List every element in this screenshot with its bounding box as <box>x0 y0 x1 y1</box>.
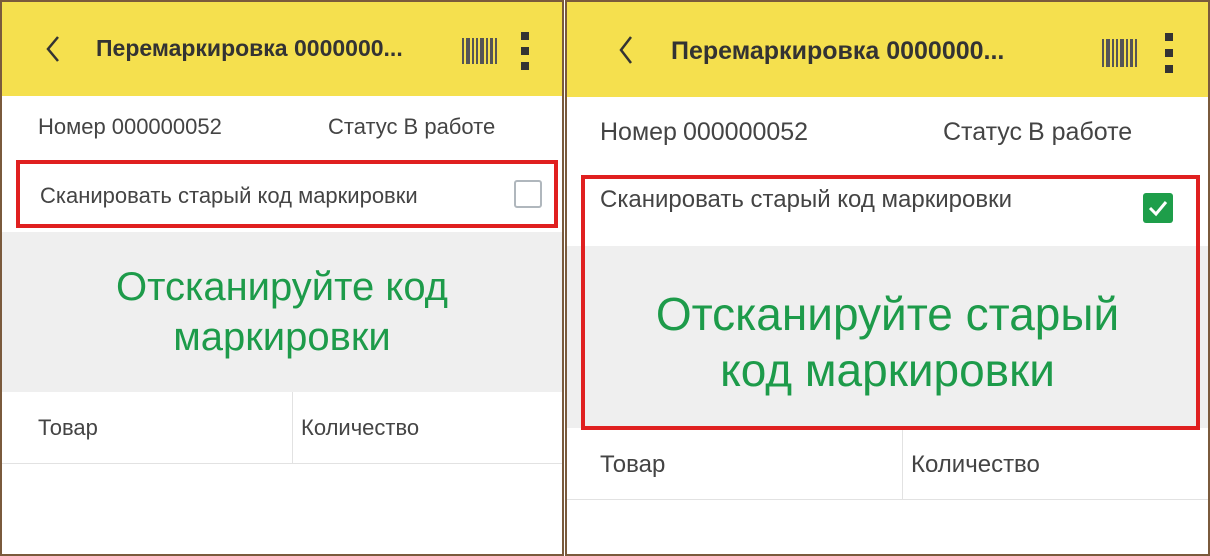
scan-prompt-line1: Отсканируйте старый <box>655 288 1120 340</box>
column-goods[interactable]: Товар <box>567 430 902 499</box>
status-value: В работе <box>1028 118 1133 146</box>
number-label: Номер <box>38 114 106 139</box>
column-quantity[interactable]: Количество <box>292 392 562 463</box>
barcode-icon <box>1102 39 1137 67</box>
scan-prompt-line2: код маркировки <box>720 344 1055 396</box>
page-title: Перемаркировка 0000000... <box>96 35 403 61</box>
doc-status: Статус В работе <box>943 118 1132 147</box>
scan-prompt-line1: Отсканируйте код <box>115 265 449 309</box>
doc-status: Статус В работе <box>328 114 495 140</box>
chevron-left-icon <box>619 35 632 64</box>
more-vertical-icon <box>1165 33 1173 41</box>
table-header: Товар Количество <box>567 430 1208 500</box>
scan-old-code-label: Сканировать старый код маркировки <box>600 186 1012 213</box>
app-header: Перемаркировка 0000000... <box>2 2 562 96</box>
app-header: Перемаркировка 0000000... <box>567 2 1208 97</box>
column-quantity[interactable]: Количество <box>902 430 1208 499</box>
back-button[interactable] <box>601 2 651 97</box>
scan-old-code-label: Сканировать старый код маркировки <box>40 183 418 208</box>
more-vertical-icon-dot <box>1165 65 1173 73</box>
status-value: В работе <box>403 114 496 139</box>
scan-prompt-line2: маркировки <box>173 315 391 359</box>
number-label: Номер <box>600 118 677 146</box>
status-label: Статус <box>943 118 1023 146</box>
barcode-scan-button[interactable] <box>1102 39 1137 67</box>
scan-prompt-panel: Отсканируйте старый код маркировки <box>567 246 1208 428</box>
screen-after: Перемаркировка 0000000... Номер 000000052… <box>565 0 1210 556</box>
more-menu-button[interactable] <box>518 32 532 70</box>
doc-number: Номер 000000052 <box>38 114 222 140</box>
number-value: 000000052 <box>111 114 222 139</box>
table-header: Товар Количество <box>2 392 562 464</box>
page-title: Перемаркировка 0000000... <box>671 37 1005 65</box>
scan-old-code-checkbox[interactable] <box>1143 193 1173 223</box>
number-value: 000000052 <box>682 118 809 146</box>
chevron-left-icon <box>46 36 59 62</box>
scan-old-code-row[interactable]: Сканировать старый код маркировки <box>600 186 1012 214</box>
checkmark-icon <box>1148 201 1168 217</box>
scan-prompt-panel: Отсканируйте код маркировки <box>2 232 562 392</box>
column-goods[interactable]: Товар <box>2 392 292 463</box>
more-vertical-icon-dot <box>521 47 529 55</box>
scan-old-code-row[interactable]: Сканировать старый код маркировки <box>16 160 558 228</box>
scan-old-code-checkbox[interactable] <box>514 180 542 208</box>
more-vertical-icon-dot <box>521 62 529 70</box>
back-button[interactable] <box>28 2 78 96</box>
barcode-icon <box>462 38 497 64</box>
doc-number: Номер 000000052 <box>600 118 808 147</box>
screen-before: Перемаркировка 0000000... Номер 000000052… <box>0 0 564 556</box>
more-vertical-icon-dot <box>1165 49 1173 57</box>
barcode-scan-button[interactable] <box>462 38 497 64</box>
status-label: Статус <box>328 114 398 139</box>
more-vertical-icon <box>521 32 529 40</box>
more-menu-button[interactable] <box>1161 33 1177 73</box>
